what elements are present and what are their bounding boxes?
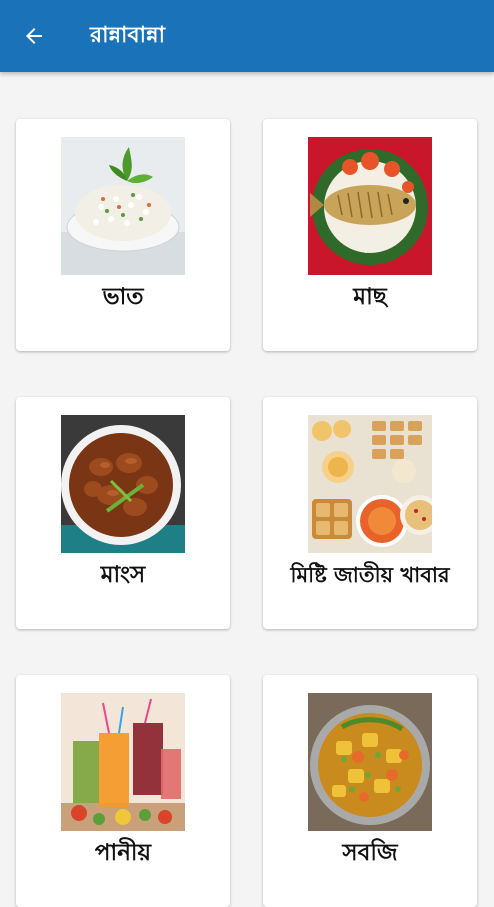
category-label: মাংস <box>100 562 146 588</box>
category-card-fish[interactable]: মাছ <box>263 119 477 351</box>
sweets-platter-image <box>308 415 432 553</box>
category-card-meat[interactable]: মাংস <box>16 397 230 629</box>
fish-dish-image <box>308 137 432 275</box>
drinks-glasses-image <box>61 693 185 831</box>
page-title: রান্নাবান্না <box>90 23 165 48</box>
vegetable-curry-image <box>308 693 432 831</box>
rice-bowl-image <box>61 137 185 275</box>
category-label: ভাত <box>102 284 144 310</box>
arrow-left-icon <box>26 28 42 44</box>
category-card-sweets[interactable]: মিষ্টি জাতীয় খাবার <box>263 397 477 629</box>
category-card-drinks[interactable]: পানীয় <box>16 675 230 907</box>
app-bar: রান্নাবান্না <box>0 0 494 72</box>
category-label: মাছ <box>353 284 387 310</box>
category-card-vegetables[interactable]: সবজি <box>263 675 477 907</box>
back-button[interactable] <box>14 16 54 56</box>
category-label: মিষ্টি জাতীয় খাবার <box>290 563 450 587</box>
category-grid: ভাত মাছ মাংস মিষ্টি জাতীয় খাবার পানীয় … <box>0 72 494 907</box>
category-label: সবজি <box>342 840 398 866</box>
category-card-rice[interactable]: ভাত <box>16 119 230 351</box>
meat-curry-image <box>61 415 185 553</box>
category-label: পানীয় <box>94 840 152 866</box>
